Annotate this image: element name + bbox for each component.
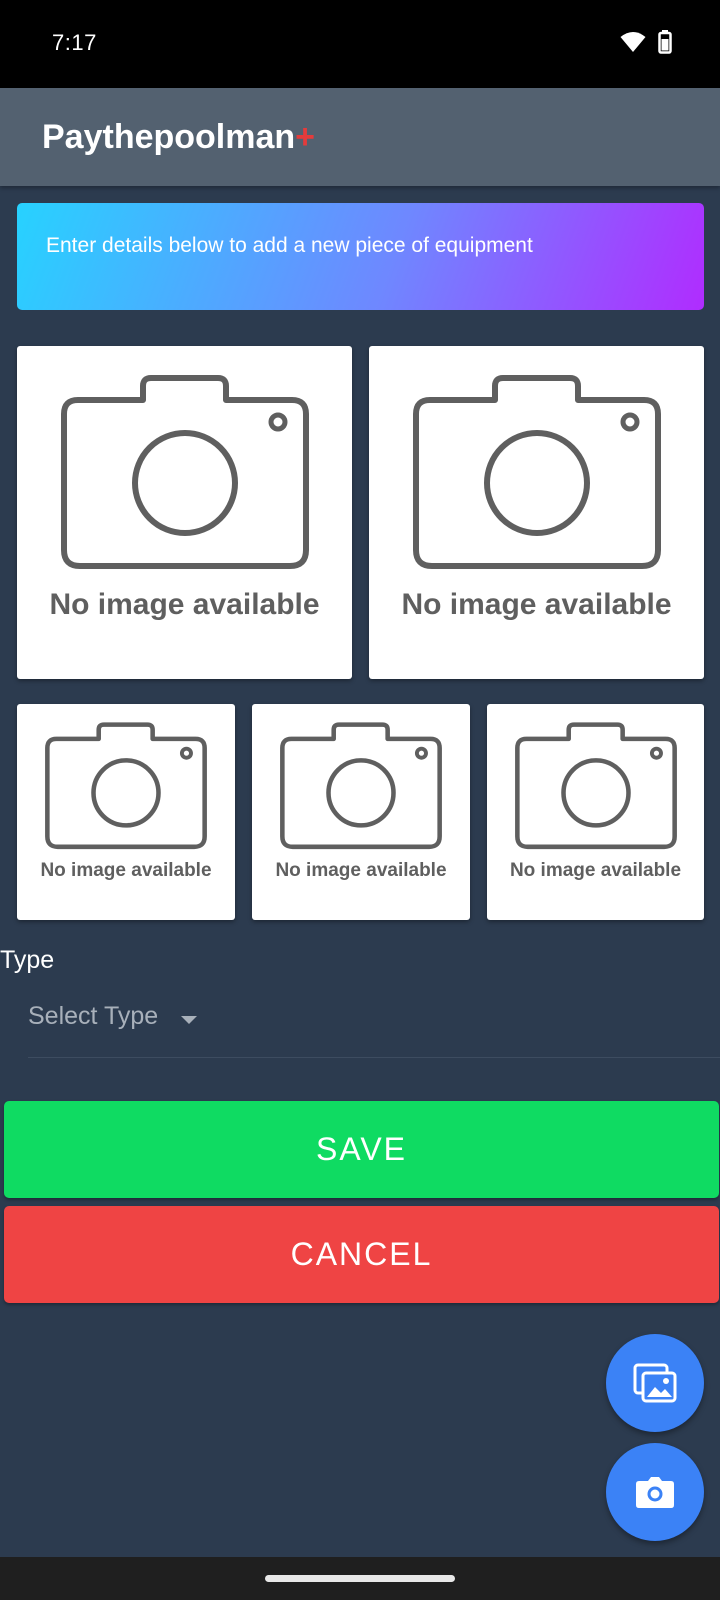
photo-caption: No image available <box>401 588 672 621</box>
photo-slot-5[interactable]: No image available <box>487 704 704 920</box>
save-button[interactable]: SAVE <box>4 1101 719 1198</box>
system-nav-bar <box>0 1557 720 1600</box>
wifi-icon <box>620 32 646 52</box>
battery-icon <box>658 30 672 54</box>
gallery-fab[interactable] <box>606 1334 704 1432</box>
camera-fab[interactable] <box>606 1443 704 1541</box>
app-title-plus: + <box>295 118 316 156</box>
caret-down-icon <box>181 1016 197 1024</box>
banner-text: Enter details below to add a new piece o… <box>46 234 533 257</box>
photo-caption: No image available <box>275 860 447 881</box>
app-title-text: Paythepoolman <box>42 118 296 156</box>
status-time: 7:17 <box>52 30 97 55</box>
photo-slot-4[interactable]: No image available <box>252 704 470 920</box>
photo-caption: No image available <box>509 860 682 881</box>
gallery-icon <box>633 1363 677 1403</box>
camera-placeholder-icon <box>45 722 207 850</box>
camera-icon <box>636 1477 674 1508</box>
type-select[interactable]: Select Type <box>28 998 720 1058</box>
cancel-button[interactable]: CANCEL <box>4 1206 719 1303</box>
home-handle[interactable] <box>265 1575 455 1582</box>
photo-caption: No image available <box>40 860 212 881</box>
camera-placeholder-icon <box>514 722 677 850</box>
photo-slot-3[interactable]: No image available <box>17 704 235 920</box>
type-select-placeholder: Select Type <box>28 1002 159 1030</box>
camera-placeholder-icon <box>60 375 309 569</box>
photo-caption: No image available <box>49 588 320 621</box>
photo-slot-1[interactable]: No image available <box>17 346 352 679</box>
camera-placeholder-icon <box>412 375 661 569</box>
photo-slot-2[interactable]: No image available <box>369 346 704 679</box>
info-banner: Enter details below to add a new piece o… <box>17 203 704 310</box>
app-bar: Paythepoolman+ <box>0 88 720 186</box>
status-icons <box>620 30 672 54</box>
status-bar: 7:17 <box>0 0 720 88</box>
camera-placeholder-icon <box>280 722 442 850</box>
type-label: Type <box>0 946 55 974</box>
app-title: Paythepoolman+ <box>42 118 315 157</box>
